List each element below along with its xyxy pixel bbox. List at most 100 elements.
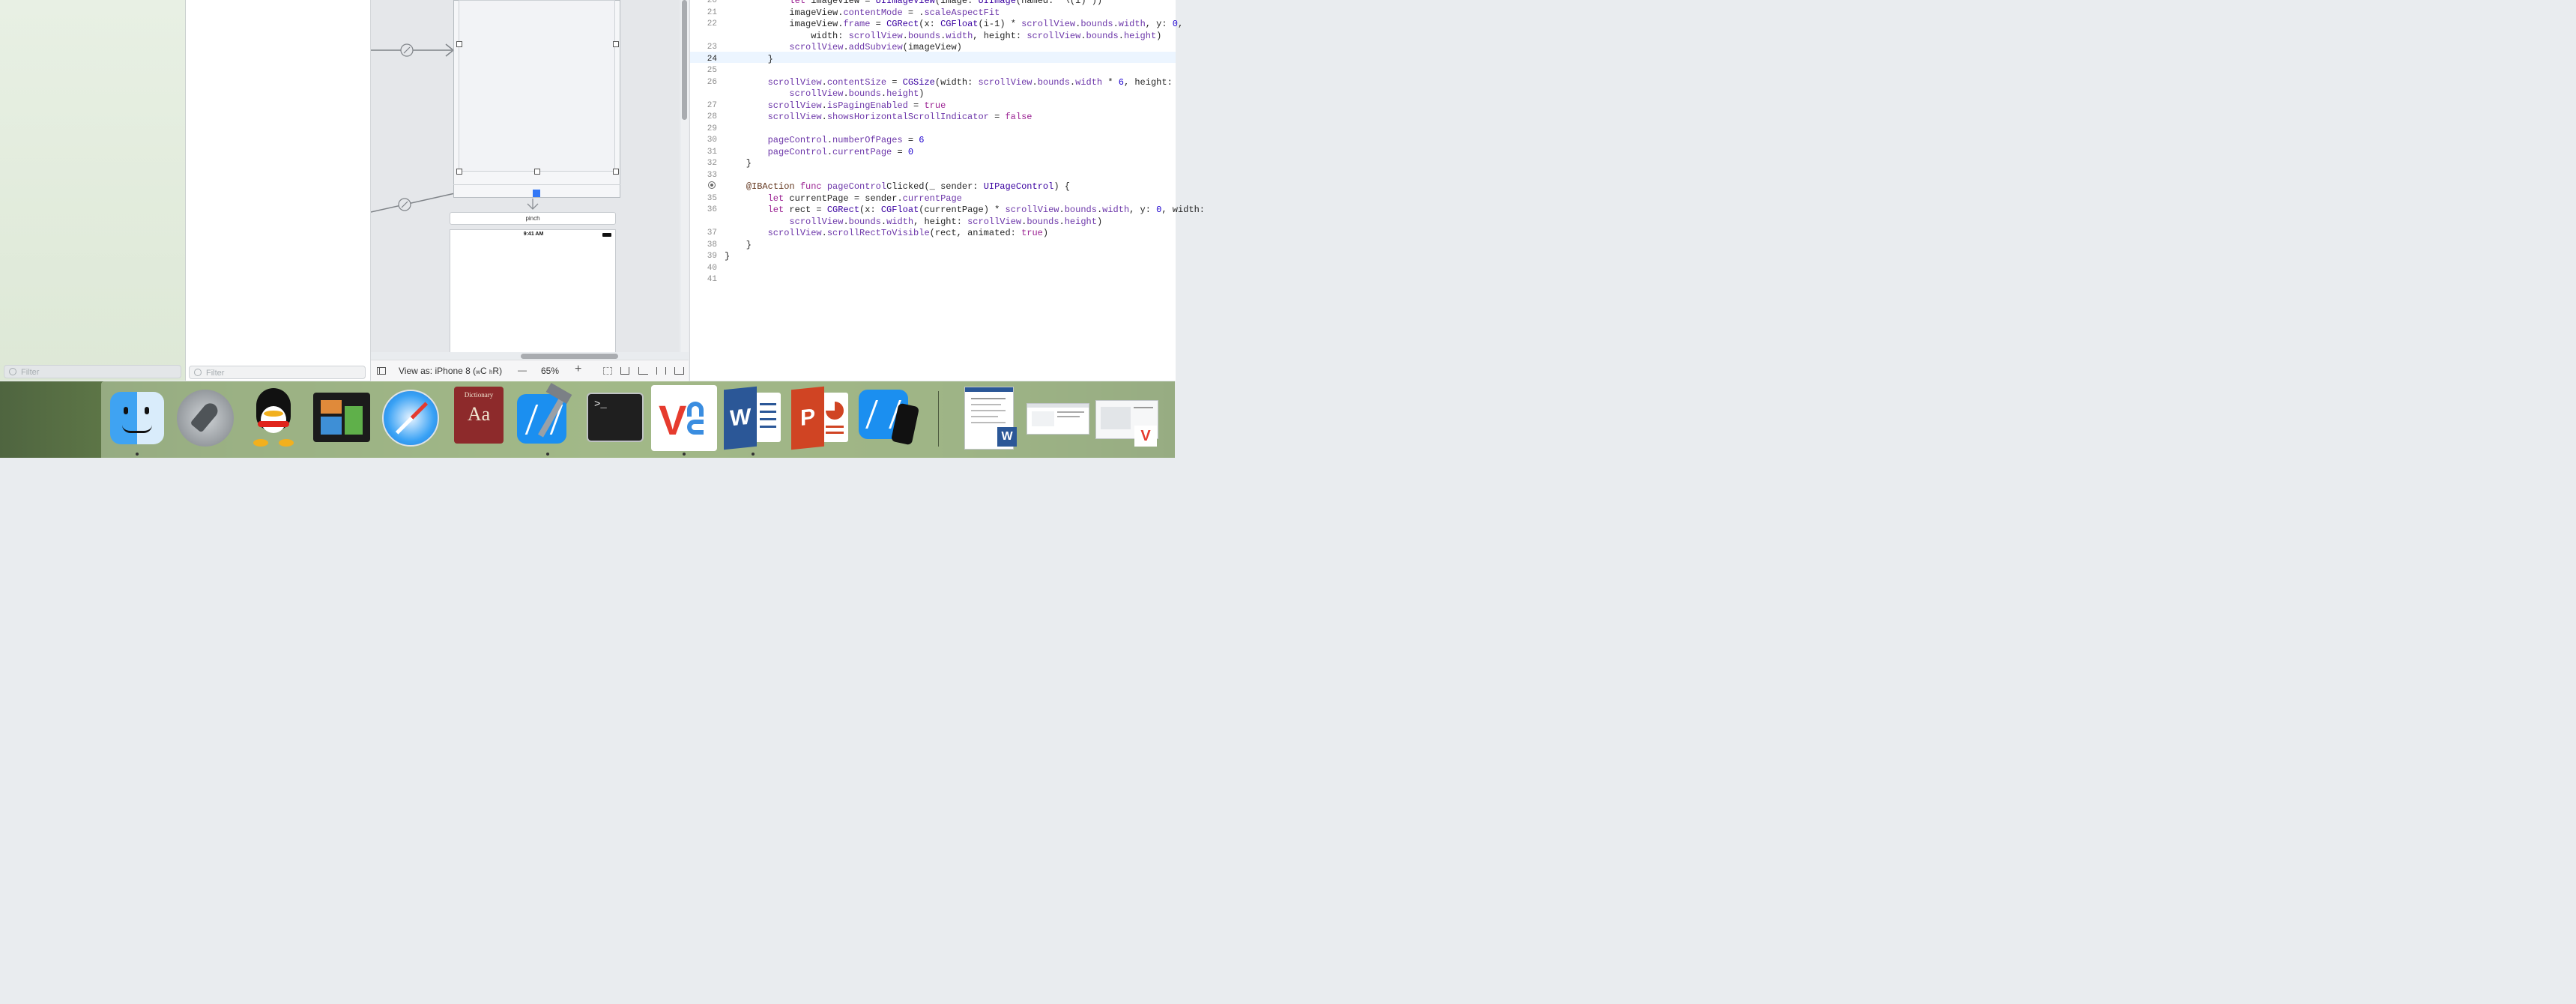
code-line[interactable]: width: scrollView.bounds.width, height: … <box>690 31 1176 42</box>
zoom-level: 65% <box>541 366 560 376</box>
terminal-icon[interactable]: >_ <box>587 393 644 442</box>
scroll-view[interactable] <box>459 0 615 172</box>
canvas-bottom-bar: View as: iPhone 8 (wC hR) — 65% + <box>371 360 689 381</box>
view-as-device-button[interactable]: View as: iPhone 8 (wC hR) <box>399 366 502 376</box>
code-line[interactable]: 31 pageControl.currentPage = 0 <box>690 147 1176 158</box>
code-line[interactable]: 33 <box>690 170 1176 181</box>
code-line[interactable]: 23 scrollView.addSubview(imageView) <box>690 42 1176 53</box>
code-text: } <box>725 239 752 250</box>
code-line[interactable]: 27 scrollView.isPagingEnabled = true <box>690 100 1176 112</box>
battery-icon <box>602 233 611 237</box>
horizontal-scroll-thumb[interactable] <box>521 354 618 359</box>
launchpad-icon[interactable] <box>177 390 234 447</box>
ppt-glyph: P <box>791 386 824 450</box>
code-text: let imageView = UIImageView(image: UIIma… <box>789 0 1103 6</box>
line-number: 28 <box>707 112 717 121</box>
word-glyph: W <box>724 386 757 450</box>
segue-identifier-label[interactable]: pinch <box>450 212 616 225</box>
code-line[interactable]: 30 pageControl.numberOfPages = 6 <box>690 135 1176 146</box>
line-number: 29 <box>707 124 717 133</box>
code-text: } <box>725 158 752 169</box>
breakpoint-connection-icon[interactable] <box>708 181 716 189</box>
photo-app-icon[interactable] <box>313 393 370 442</box>
toggle-outline-icon[interactable] <box>377 367 386 375</box>
code-line[interactable]: scrollView.bounds.height) <box>690 88 1176 100</box>
embed-in-icon[interactable] <box>603 367 612 375</box>
line-number: 26 <box>707 77 717 87</box>
minimized-window-xcode[interactable] <box>1027 403 1089 435</box>
running-indicator <box>752 453 755 456</box>
qq-icon[interactable] <box>247 388 300 448</box>
code-text: imageView.contentMode = .scaleAspectFit <box>725 7 1000 18</box>
safari-icon[interactable] <box>382 390 439 447</box>
code-line[interactable]: 20 let imageView = UIImageView(image: UI… <box>690 0 1176 7</box>
simulator-icon[interactable] <box>859 390 920 447</box>
navigator-filter-placeholder: Filter <box>21 368 40 377</box>
code-line[interactable]: 39} <box>690 251 1176 262</box>
code-text: scrollView.showsHorizontalScrollIndicato… <box>767 112 1032 122</box>
code-text: let rect = CGRect(x: CGFloat(currentPage… <box>767 205 1205 215</box>
align-icon[interactable] <box>638 367 648 375</box>
code-line[interactable]: 41 <box>690 274 1176 285</box>
word-icon[interactable]: W <box>724 386 784 450</box>
code-line[interactable]: 24 } <box>690 54 1176 65</box>
line-number: 38 <box>707 240 717 250</box>
code-line[interactable]: 29 <box>690 124 1176 135</box>
running-indicator <box>683 453 686 456</box>
code-line[interactable]: 25 <box>690 65 1176 76</box>
powerpoint-icon[interactable]: P <box>791 386 851 450</box>
code-line[interactable]: 21 imageView.contentMode = .scaleAspectF… <box>690 7 1176 19</box>
dock-separator <box>938 391 939 447</box>
document-outline-panel <box>186 0 371 381</box>
second-view-controller-scene[interactable]: 9:41 AM <box>450 229 616 352</box>
code-text: scrollView.isPagingEnabled = true <box>767 100 946 111</box>
xcode-icon[interactable] <box>517 382 577 448</box>
running-indicator <box>136 453 139 456</box>
line-number: 23 <box>707 43 717 52</box>
code-editor[interactable]: 20 let imageView = UIImageView(image: UI… <box>689 0 1205 381</box>
line-number: 39 <box>707 252 717 261</box>
pin-constraints-icon[interactable] <box>656 367 666 375</box>
code-text: pageControl.numberOfPages = 6 <box>767 135 925 145</box>
code-line[interactable]: 26 scrollView.contentSize = CGSize(width… <box>690 77 1176 88</box>
selection-handle[interactable] <box>456 169 462 175</box>
code-line[interactable]: 36 let rect = CGRect(x: CGFloat(currentP… <box>690 205 1205 216</box>
selection-handle[interactable] <box>456 41 462 47</box>
code-line[interactable]: 35 let currentPage = sender.currentPage <box>690 193 1176 205</box>
zoom-out-button[interactable]: — <box>518 365 527 375</box>
vnc-icon[interactable]: V <box>651 385 717 451</box>
line-number: 36 <box>707 205 717 214</box>
line-number: 27 <box>707 100 717 110</box>
dictionary-icon[interactable]: Dictionary Aa <box>454 387 504 444</box>
navigator-filter-field[interactable]: Filter <box>4 365 181 378</box>
code-line[interactable]: 28 scrollView.showsHorizontalScrollIndic… <box>690 112 1176 123</box>
line-number: 21 <box>707 7 717 17</box>
terminal-glyph: >_ <box>594 399 607 411</box>
vertical-scroll-thumb[interactable] <box>682 0 687 120</box>
code-line[interactable]: @IBAction func pageControlClicked(_ send… <box>690 181 1176 193</box>
status-bar-time: 9:41 AM <box>523 232 544 237</box>
update-frames-icon[interactable] <box>620 367 629 375</box>
selection-handle[interactable] <box>534 169 540 175</box>
outline-filter-field[interactable]: Filter <box>189 366 366 379</box>
zoom-in-button[interactable]: + <box>575 363 581 376</box>
resolve-issues-icon[interactable] <box>674 367 684 375</box>
code-text: scrollView.addSubview(imageView) <box>789 42 962 52</box>
storyboard-canvas[interactable]: pinch 9:41 AM <box>371 0 680 352</box>
selection-handle[interactable] <box>613 41 619 47</box>
code-line[interactable]: 38 } <box>690 240 1176 251</box>
code-line[interactable]: scrollView.bounds.width, height: scrollV… <box>690 217 1176 228</box>
code-text: scrollView.bounds.height) <box>789 88 925 99</box>
word-badge-icon: W <box>997 427 1017 447</box>
dictionary-glyph: Aa <box>467 403 491 425</box>
finder-icon[interactable] <box>110 392 164 444</box>
outline-filter-placeholder: Filter <box>206 369 225 378</box>
code-line[interactable]: 32 } <box>690 158 1176 169</box>
page-control-element[interactable] <box>533 190 540 197</box>
code-line[interactable]: 37 scrollView.scrollRectToVisible(rect, … <box>690 228 1176 239</box>
selection-handle[interactable] <box>613 169 619 175</box>
code-text: imageView.frame = CGRect(x: CGFloat(i-1)… <box>725 19 1184 29</box>
code-line[interactable]: 40 <box>690 263 1176 274</box>
code-line[interactable]: 22 imageView.frame = CGRect(x: CGFloat(i… <box>690 19 1183 30</box>
line-number: 20 <box>707 0 717 5</box>
